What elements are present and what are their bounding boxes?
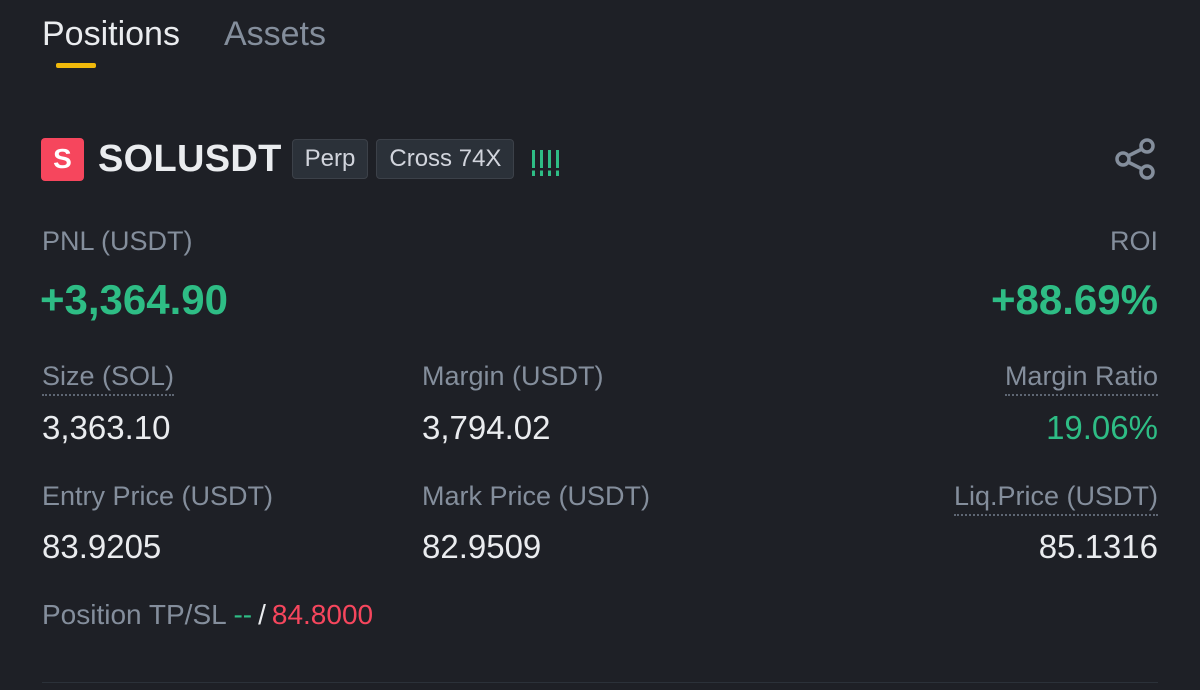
pnl-value: +3,364.90	[40, 276, 229, 323]
mark-price-label: Mark Price (USDT)	[422, 481, 650, 511]
roi-label: ROI	[1109, 226, 1158, 256]
tab-bar: Positions Assets	[42, 14, 326, 54]
tpsl-label: Position TP/SL	[42, 599, 226, 630]
margin-value: 3,794.02	[422, 409, 551, 446]
position-header: S SOLUSDT Perp Cross 74X	[41, 137, 1159, 181]
active-tab-indicator	[56, 63, 96, 68]
tpsl-separator: /	[258, 599, 266, 630]
entry-price-label: Entry Price (USDT)	[42, 481, 274, 511]
margin-ratio-value: 19.06%	[1046, 409, 1158, 446]
roi-value: +88.69%	[991, 276, 1158, 323]
mark-price-value: 82.9509	[422, 528, 542, 565]
margin-label: Margin (USDT)	[422, 361, 604, 391]
entry-price-value: 83.9205	[42, 528, 162, 565]
short-side-badge: S	[41, 137, 84, 181]
share-icon[interactable]	[1111, 135, 1159, 183]
stop-loss-value: 84.8000	[271, 599, 374, 630]
tab-positions[interactable]: Positions	[42, 14, 180, 54]
position-tpsl[interactable]: Position TP/SL --/84.8000	[42, 598, 373, 632]
contract-type-tag: Perp	[291, 139, 369, 179]
take-profit-value: --	[233, 599, 253, 630]
margin-mode-tag[interactable]: Cross 74X	[376, 139, 515, 179]
adl-indicator-icon[interactable]	[532, 142, 560, 176]
tab-assets[interactable]: Assets	[224, 14, 326, 54]
liq-price-label[interactable]: Liq.Price (USDT)	[953, 480, 1158, 516]
liq-price-value: 85.1316	[1038, 528, 1158, 565]
size-value: 3,363.10	[42, 409, 171, 446]
pnl-label: PNL (USDT)	[42, 226, 193, 256]
margin-ratio-label[interactable]: Margin Ratio	[1004, 360, 1158, 396]
symbol-title[interactable]: SOLUSDT	[98, 138, 282, 181]
size-label[interactable]: Size (SOL)	[42, 360, 175, 396]
section-divider	[42, 682, 1158, 683]
